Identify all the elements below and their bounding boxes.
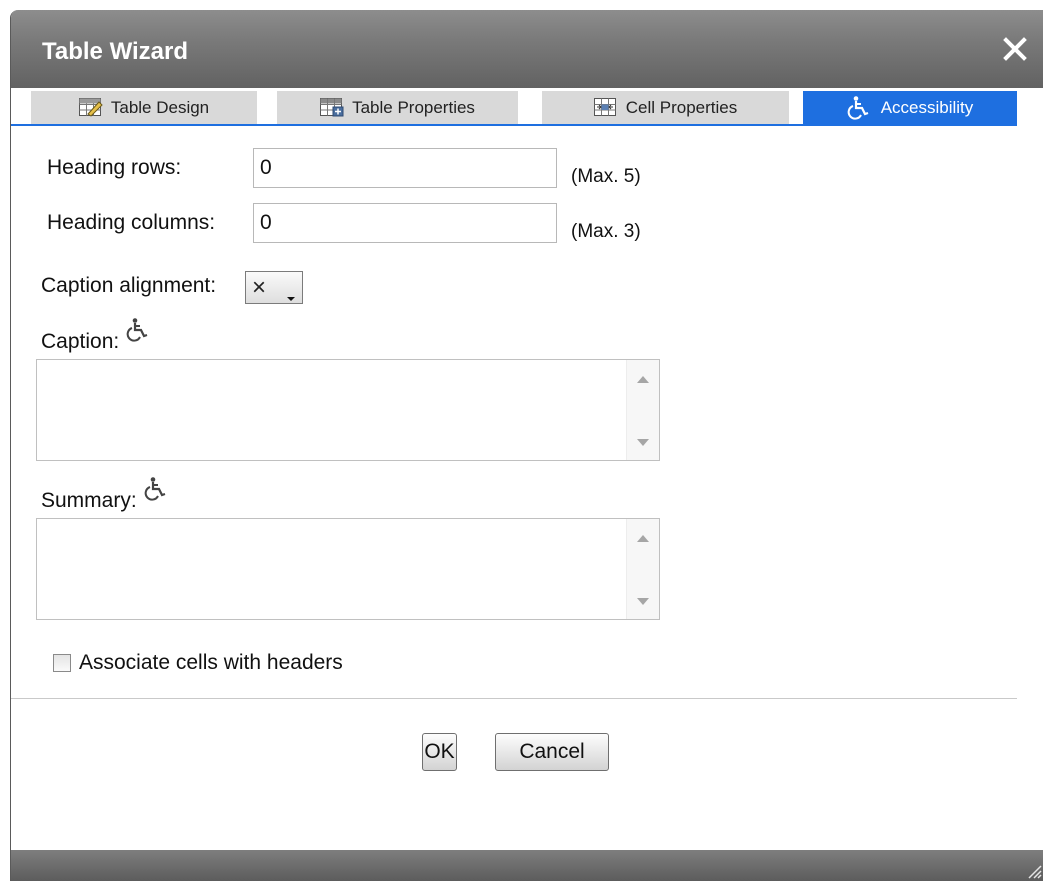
divider [11, 698, 1017, 699]
ok-button[interactable]: OK [422, 733, 457, 771]
table-wizard-dialog: Table Wizard Table Design Table Properti… [10, 10, 1043, 881]
tab-strip: Table Design Table Properties Cell Prope… [11, 88, 1043, 132]
accessibility-icon [144, 477, 170, 506]
tab-accessibility[interactable]: Accessibility [803, 91, 1017, 124]
caption-alignment-value: × [252, 274, 267, 301]
tab-label: Accessibility [880, 97, 974, 117]
caption-scrollbar[interactable] [626, 360, 659, 460]
caption-label: Caption: [41, 330, 120, 353]
caption-alignment-dropdown[interactable]: × [245, 271, 303, 304]
dialog-title: Table Wizard [42, 38, 189, 65]
caption-alignment-label: Caption alignment: [41, 274, 217, 297]
tab-underline [11, 124, 1017, 126]
cell-properties-icon [593, 98, 618, 117]
title-bar[interactable]: Table Wizard [11, 10, 1043, 88]
tab-label: Table Design [110, 97, 210, 117]
scroll-down-icon[interactable] [637, 598, 649, 605]
associate-cells-checkbox[interactable] [53, 654, 71, 672]
accessibility-icon [847, 95, 873, 120]
tab-cell-properties[interactable]: Cell Properties [542, 91, 789, 124]
tab-label: Table Properties [352, 97, 475, 117]
tab-table-design[interactable]: Table Design [31, 91, 257, 124]
cancel-button[interactable]: Cancel [495, 733, 609, 771]
chevron-down-icon [286, 289, 296, 307]
heading-rows-input[interactable] [253, 148, 557, 188]
scroll-down-icon[interactable] [637, 439, 649, 446]
accessibility-icon [126, 318, 152, 347]
heading-rows-label: Heading rows: [47, 156, 182, 179]
status-bar [11, 850, 1043, 881]
heading-columns-hint: (Max. 3) [571, 221, 641, 242]
close-icon[interactable] [1000, 34, 1030, 64]
summary-scrollbar[interactable] [626, 519, 659, 619]
table-properties-icon [320, 98, 344, 117]
summary-textarea[interactable] [36, 518, 660, 620]
tab-table-properties[interactable]: Table Properties [277, 91, 518, 124]
summary-label: Summary: [41, 489, 137, 512]
associate-cells-label: Associate cells with headers [79, 651, 343, 674]
table-design-icon [78, 98, 103, 117]
scroll-up-icon[interactable] [637, 376, 649, 383]
heading-columns-input[interactable] [253, 203, 557, 243]
tab-label: Cell Properties [625, 97, 738, 117]
scroll-up-icon[interactable] [637, 535, 649, 542]
heading-rows-hint: (Max. 5) [571, 166, 641, 187]
heading-columns-label: Heading columns: [47, 211, 216, 234]
caption-textarea[interactable] [36, 359, 660, 461]
resize-grip-icon[interactable] [1026, 863, 1042, 879]
